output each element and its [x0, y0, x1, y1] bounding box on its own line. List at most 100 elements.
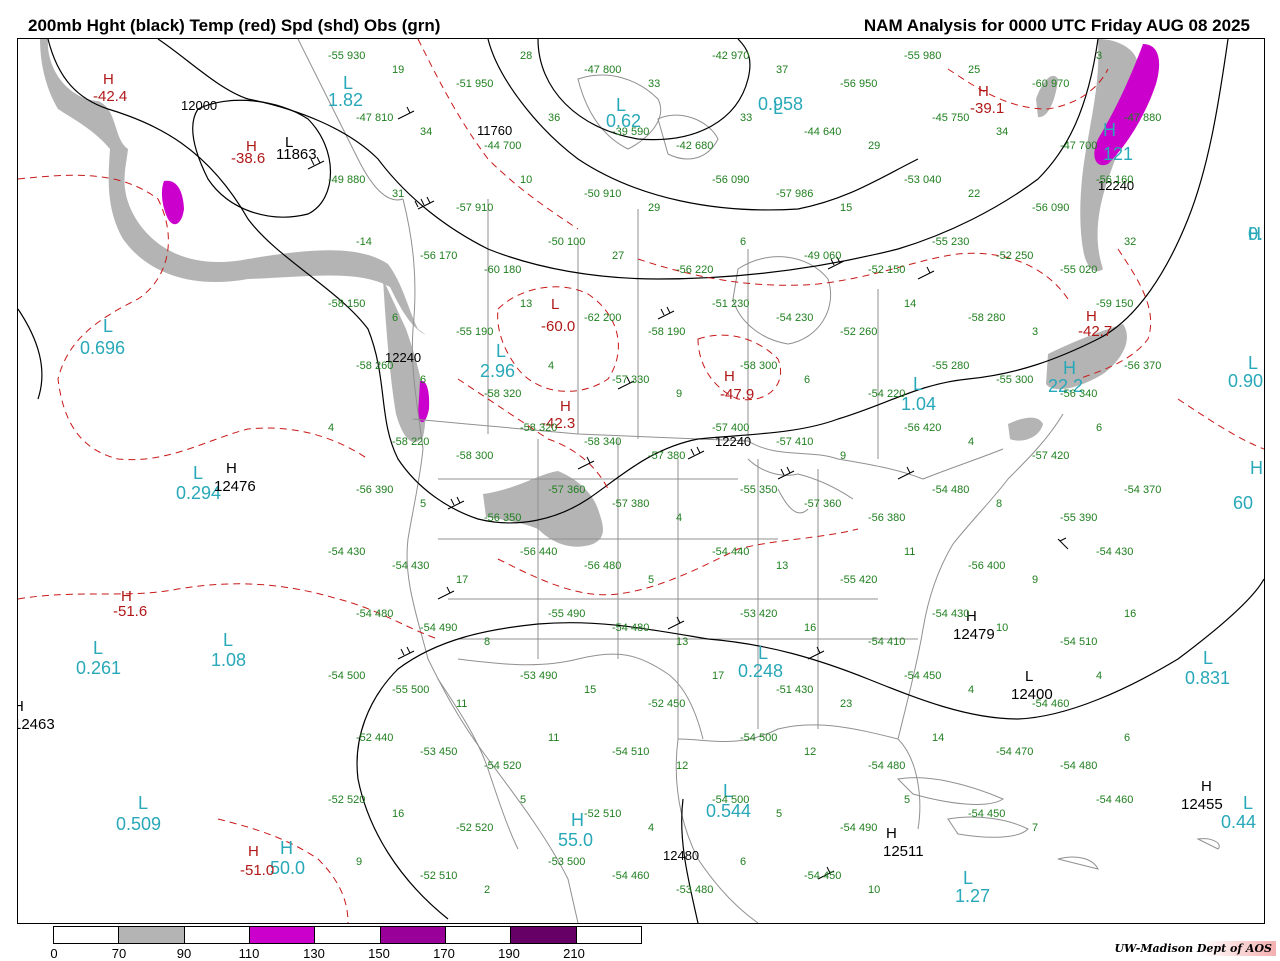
high-low-label: L	[1203, 648, 1214, 668]
wind-barb	[687, 446, 705, 460]
height-contours	[18, 39, 1264, 923]
station-observation: -62 200	[584, 312, 622, 324]
high-low-label: 12455	[1181, 796, 1223, 813]
station-observation: 15	[584, 684, 597, 696]
station-observation: -55 420	[840, 574, 878, 586]
colorbar-segment	[54, 927, 120, 943]
station-observation: 6	[420, 374, 427, 386]
station-observation: -50 910	[584, 188, 622, 200]
station-observation: -54 490	[840, 822, 878, 834]
high-low-label: 1.04	[901, 394, 937, 414]
high-low-label: L	[193, 463, 204, 483]
station-observation: 9	[676, 388, 683, 400]
station-observation: -53 040	[904, 174, 942, 186]
station-observation: -53 500	[548, 856, 586, 868]
high-low-label: H	[978, 83, 989, 100]
station-observation: 3	[1032, 326, 1039, 338]
station-observation: -54 460	[1096, 794, 1134, 806]
high-low-label: H	[886, 825, 897, 842]
station-observation: -51 230	[712, 298, 750, 310]
colorbar-segment	[249, 927, 316, 943]
station-observation: -57 400	[712, 422, 750, 434]
station-observation: -52 510	[584, 808, 622, 820]
station-observation: -54 500	[740, 732, 778, 744]
station-observation: 11	[548, 732, 560, 744]
high-low-label: H	[226, 460, 237, 477]
colorbar-segment	[119, 927, 185, 943]
station-observation: -56 160	[1096, 174, 1134, 186]
station-observation: 14	[932, 732, 945, 744]
colorbar-segment	[576, 927, 641, 943]
station-observation: -39 590	[612, 126, 650, 138]
station-observation: -60 180	[484, 264, 522, 276]
colorbar-segment	[380, 927, 446, 943]
high-low-label: H	[724, 368, 735, 385]
station-observation: 4	[328, 422, 335, 434]
station-observation: 4	[648, 822, 655, 834]
high-low-label: 12463	[17, 716, 55, 733]
high-low-label: 12476	[214, 478, 256, 495]
station-observation: -54 500	[328, 670, 366, 682]
high-low-label: 0.831	[1185, 668, 1231, 688]
station-observation: -58 280	[968, 312, 1006, 324]
wind-speed-colorbar	[53, 926, 642, 944]
station-observation: -56 340	[1060, 388, 1098, 400]
station-observation: -51 430	[776, 684, 814, 696]
station-observation: -49 060	[804, 250, 842, 262]
station-observation: -56 950	[840, 78, 878, 90]
station-observation: 34	[996, 126, 1009, 138]
station-observation: -54 480	[868, 760, 906, 772]
map-title-left: 200mb Hght (black) Temp (red) Spd (shd) …	[28, 16, 441, 35]
high-low-label: -51.0	[240, 862, 275, 879]
station-observation: 27	[612, 250, 625, 262]
station-observation: -58 300	[456, 450, 494, 462]
station-observation: 22	[968, 188, 981, 200]
high-low-label: 55.0	[558, 830, 594, 850]
station-observation: 3	[1096, 50, 1103, 62]
station-observation: 5	[776, 808, 783, 820]
station-observation: -42 680	[676, 140, 714, 152]
station-observation: -54 230	[776, 312, 814, 324]
station-observation: 10	[520, 174, 533, 186]
colorbar-tick-label: 190	[498, 946, 520, 961]
cuba	[896, 777, 1005, 805]
station-observation: 10	[868, 884, 881, 896]
height-contour-label: 11760	[477, 123, 513, 138]
temp-contour-1	[18, 174, 369, 461]
station-observation: 10	[996, 622, 1009, 634]
station-observation: 8	[996, 498, 1003, 510]
station-observation: -52 450	[648, 698, 686, 710]
station-observation: 8	[484, 636, 491, 648]
station-observation: -54 430	[1096, 546, 1134, 558]
colorbar-tick-label: 150	[368, 946, 390, 961]
station-observation: 5	[420, 498, 427, 510]
station-observation: -53 490	[520, 670, 558, 682]
station-observation: -55 280	[932, 360, 970, 372]
map-graphics	[18, 39, 1264, 923]
high-low-label: 0.	[1248, 224, 1264, 244]
station-observation: -55 230	[932, 236, 970, 248]
height-contour-11760	[487, 39, 919, 211]
station-observation: -52 510	[420, 870, 458, 882]
station-observation: -52 260	[840, 326, 878, 338]
station-observation: -58 320	[484, 388, 522, 400]
station-observation: 4	[548, 360, 555, 372]
station-observation: -57 360	[548, 484, 586, 496]
high-low-label: H	[280, 838, 293, 858]
station-observation: 6	[1124, 732, 1131, 744]
high-low-label: 0.261	[76, 658, 122, 678]
high-low-label: 0.90	[1228, 371, 1264, 391]
station-observation: -54 510	[1060, 636, 1098, 648]
station-observation: 6	[740, 856, 747, 868]
station-observation: -54 450	[968, 808, 1006, 820]
station-observation: 6	[740, 236, 747, 248]
geographic-borders	[297, 39, 1220, 923]
station-observation: -47 810	[356, 112, 394, 124]
wind-barb	[397, 106, 415, 120]
station-observation: -54 430	[328, 546, 366, 558]
station-observation: -55 390	[1060, 512, 1098, 524]
station-observation: -50 100	[548, 236, 586, 248]
station-observation: 9	[840, 450, 847, 462]
station-observation: -54 460	[612, 870, 650, 882]
jet-core-pacific-nw	[418, 380, 430, 423]
